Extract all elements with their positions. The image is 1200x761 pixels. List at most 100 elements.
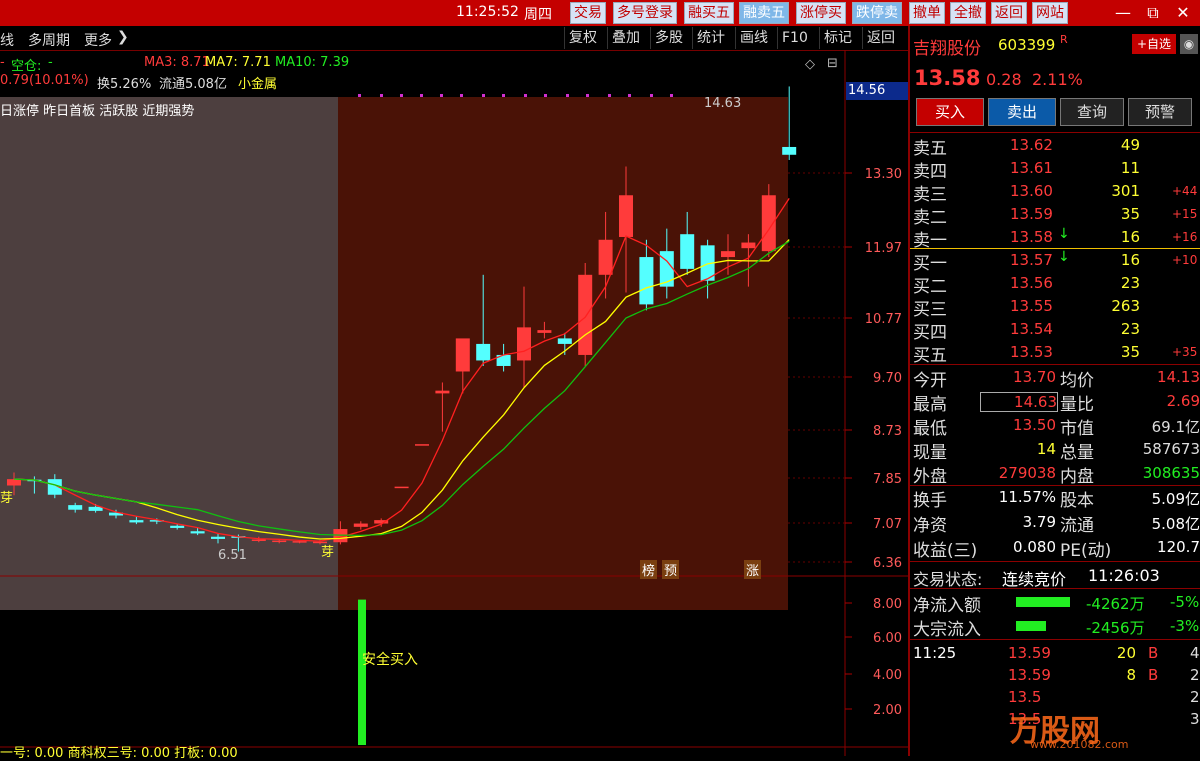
tick-direction: B bbox=[1148, 644, 1159, 662]
signal-dot bbox=[586, 94, 589, 97]
flow-label: 净流入额 bbox=[913, 596, 981, 616]
btn-statistics[interactable]: 统计 bbox=[692, 27, 729, 49]
limit-up-buy-button[interactable]: 涨停买 bbox=[796, 2, 846, 24]
diamond-icon[interactable]: ◇ bbox=[805, 57, 815, 72]
signal-dot bbox=[440, 94, 443, 97]
query-button[interactable]: 查询 bbox=[1060, 98, 1124, 126]
stat-value: 587673 bbox=[1142, 440, 1200, 458]
ask-volume: 49 bbox=[1120, 136, 1140, 154]
tab-line[interactable]: 线 bbox=[0, 30, 14, 50]
candle-body-down bbox=[680, 234, 695, 269]
ma10-readout: MA10: 7.39 bbox=[275, 55, 350, 70]
sell-button[interactable]: 卖出 bbox=[988, 98, 1056, 126]
signal-dot bbox=[358, 94, 361, 97]
btn-mark[interactable]: 标记 bbox=[819, 27, 856, 49]
indicator-bar bbox=[358, 599, 366, 745]
bud-label-right: 芽 bbox=[321, 545, 335, 560]
position-dash: - bbox=[0, 55, 5, 70]
candle-body-up bbox=[251, 539, 266, 541]
bid-label: 买三 bbox=[913, 300, 947, 320]
tick-price: 13.5 bbox=[1008, 688, 1042, 706]
indicator-label: 安全买入 bbox=[362, 652, 418, 668]
restore-icon[interactable]: ⧉ bbox=[1138, 2, 1168, 24]
stat2-value: 11.57% bbox=[998, 488, 1056, 506]
stat-label: 均价 bbox=[1060, 371, 1094, 391]
bid-volume: 23 bbox=[1120, 320, 1140, 338]
buy-button[interactable]: 买入 bbox=[916, 98, 984, 126]
chart-bg-right bbox=[338, 97, 788, 610]
candle-body-down bbox=[476, 343, 491, 361]
margin-sell5-button[interactable]: 融卖五 bbox=[739, 2, 789, 24]
tab-multi-period[interactable]: 多周期 bbox=[28, 30, 70, 50]
candle-body-down bbox=[782, 146, 797, 155]
tags-readout: 日涨停 昨日首板 活跃股 近期强势 bbox=[0, 104, 195, 119]
high-label: 14.63 bbox=[704, 96, 742, 111]
bid-volume: 16 bbox=[1120, 251, 1140, 269]
kline-chart[interactable]: 13.30 11.97 10.77 9.70 8.73 7.85 7.07 6.36 8.00… bbox=[0, 50, 908, 756]
stat2-value: 3.79 bbox=[1022, 513, 1056, 531]
weekday: 周四 bbox=[524, 7, 552, 23]
close-icon[interactable]: ✕ bbox=[1168, 2, 1198, 24]
flow-bar bbox=[1016, 621, 1046, 631]
stat-label: 最高 bbox=[913, 395, 947, 415]
stat-label: 市值 bbox=[1060, 419, 1094, 439]
stat-value: 308635 bbox=[1142, 464, 1200, 482]
stat-label: 最低 bbox=[913, 419, 947, 439]
stock-name: 吉翔股份 bbox=[913, 39, 981, 59]
flow-bar bbox=[1016, 597, 1070, 607]
candle-body-up bbox=[455, 338, 470, 372]
collapse-icon[interactable]: ⊟ bbox=[827, 56, 838, 71]
price-marker: 14.56 bbox=[846, 82, 910, 100]
bid-volume: 23 bbox=[1120, 274, 1140, 292]
y-tick-label: 9.70 bbox=[873, 371, 902, 386]
trade-button[interactable]: 交易 bbox=[570, 2, 606, 24]
cancel-order-button[interactable]: 撤单 bbox=[909, 2, 945, 24]
bid-price: 13.57 bbox=[1010, 251, 1053, 269]
back-button[interactable]: 返回 bbox=[991, 2, 1027, 24]
stat2-label: 换手 bbox=[913, 491, 947, 511]
stat-value: 13.50 bbox=[1013, 416, 1056, 434]
ask-delta: +15 bbox=[1172, 207, 1198, 221]
ma7-readout: MA7: 7.71 bbox=[205, 55, 271, 70]
y-tick-label: 7.85 bbox=[873, 472, 902, 487]
tick-price: 13.59 bbox=[1008, 666, 1051, 684]
multi-login-button[interactable]: 多号登录 bbox=[613, 2, 677, 24]
btn-overlay[interactable]: 叠加 bbox=[607, 27, 644, 49]
btn-f10[interactable]: F10 bbox=[777, 27, 812, 49]
btn-fuquan[interactable]: 复权 bbox=[564, 27, 601, 49]
flow-value: -2456万 bbox=[1086, 619, 1145, 637]
change-readout: 0.79(10.01%) bbox=[0, 73, 89, 88]
tick-count: 2 bbox=[1190, 666, 1200, 684]
stat-label: 今开 bbox=[913, 371, 947, 391]
signal-dot bbox=[380, 94, 383, 97]
chevron-right-icon[interactable]: ❯ bbox=[117, 29, 129, 45]
stat2-value: 120.7 bbox=[1157, 538, 1200, 556]
indicator-panel: 8.00 6.00 4.00 2.00 bbox=[358, 597, 902, 745]
stat2-label: 股本 bbox=[1060, 491, 1094, 511]
cancel-all-button[interactable]: 全撤 bbox=[950, 2, 986, 24]
y-tick-label: 6.36 bbox=[873, 556, 902, 571]
ask-label: 卖二 bbox=[913, 208, 947, 228]
candle-body-up bbox=[435, 390, 450, 394]
website-button[interactable]: 网站 bbox=[1032, 2, 1068, 24]
btn-return[interactable]: 返回 bbox=[862, 27, 899, 49]
ask-label: 卖三 bbox=[913, 185, 947, 205]
more-icon[interactable]: ◉ bbox=[1180, 34, 1198, 54]
candle-body-down bbox=[639, 257, 654, 305]
flow-value: -4262万 bbox=[1086, 595, 1145, 613]
candle-body-down bbox=[68, 505, 83, 510]
candle-body-up bbox=[619, 195, 633, 237]
ask-volume: 16 bbox=[1120, 228, 1140, 246]
ask-volume: 35 bbox=[1120, 205, 1140, 223]
candle-body-down bbox=[557, 338, 572, 344]
minimize-icon[interactable]: — bbox=[1108, 2, 1138, 24]
tab-more[interactable]: 更多 bbox=[84, 30, 112, 50]
limit-down-sell-button[interactable]: 跌停卖 bbox=[852, 2, 902, 24]
margin-buy5-button[interactable]: 融买五 bbox=[684, 2, 734, 24]
ma3-readout: MA3: 8.71 bbox=[144, 55, 210, 70]
btn-draw-line[interactable]: 画线 bbox=[735, 27, 772, 49]
alert-button[interactable]: 预警 bbox=[1128, 98, 1192, 126]
add-favorite-button[interactable]: +自选 bbox=[1132, 34, 1176, 54]
btn-multi-stock[interactable]: 多股 bbox=[650, 27, 687, 49]
ind-tick-label: 4.00 bbox=[873, 668, 902, 683]
